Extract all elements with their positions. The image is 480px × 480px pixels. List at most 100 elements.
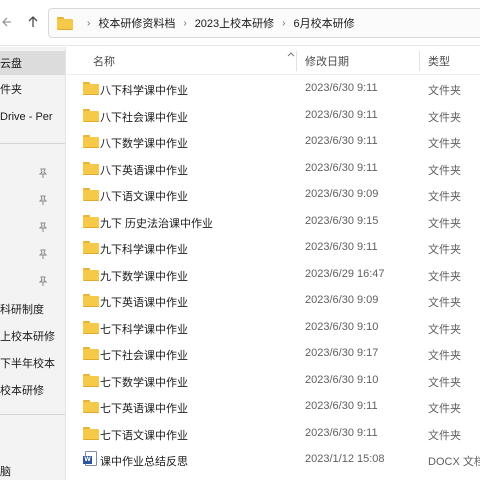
- file-row[interactable]: 九下 历史法治课中作业 2023/6/30 9:15 文件夹: [67, 209, 480, 235]
- file-row[interactable]: 八下语文课中作业 2023/6/30 9:09 文件夹: [67, 182, 480, 208]
- file-row[interactable]: 八下英语课中作业 2023/6/30 9:11 文件夹: [67, 156, 480, 182]
- word-document-icon: W: [83, 451, 97, 466]
- file-name[interactable]: 课中作业总结反思: [100, 453, 188, 469]
- column-divider[interactable]: [296, 51, 297, 71]
- file-type: 文件夹: [428, 403, 461, 415]
- file-modified-date: 2023/6/30 9:11: [305, 426, 378, 439]
- sidebar-item-label: Drive - Per: [0, 111, 53, 123]
- breadcrumb-item[interactable]: 6月校本研修: [294, 15, 355, 31]
- sidebar-item-pinned[interactable]: [0, 215, 65, 239]
- file-name[interactable]: 七下数学课中作业: [100, 374, 188, 390]
- file-modified-date: 2023/6/30 9:10: [305, 320, 379, 333]
- file-type: 文件夹: [428, 270, 461, 283]
- sidebar-item-label: 科研制度: [0, 304, 44, 316]
- column-header-type[interactable]: 类型: [428, 47, 450, 75]
- sidebar-item-cloud[interactable]: 云盘: [0, 51, 65, 75]
- sidebar-item-second-half[interactable]: 下半年校本: [0, 351, 65, 375]
- file-name[interactable]: 八下数学课中作业: [100, 135, 188, 151]
- sidebar-item-this-pc[interactable]: 脑: [0, 459, 65, 480]
- folder-icon: [83, 214, 99, 228]
- file-modified-date: 2023/6/30 9:09: [305, 294, 379, 306]
- folder-icon: [83, 188, 99, 201]
- chevron-right-icon: ›: [282, 17, 286, 29]
- folder-icon: [83, 241, 99, 254]
- file-name[interactable]: 九下英语课中作业: [100, 294, 188, 310]
- sidebar-item-research-rules[interactable]: 科研制度: [0, 297, 65, 321]
- file-name[interactable]: 九下数学课中作业: [100, 268, 188, 284]
- file-name[interactable]: 八下社会课中作业: [100, 109, 188, 125]
- sidebar-item-onedrive[interactable]: Drive - Per: [0, 105, 65, 129]
- file-modified-date: 2023/1/12 15:08: [305, 453, 385, 465]
- file-modified-date: 2023/6/29 16:47: [305, 267, 385, 280]
- file-type: 文件夹: [428, 138, 461, 150]
- sidebar-item-school-research[interactable]: 校本研修: [0, 378, 65, 402]
- folder-icon: [83, 347, 99, 360]
- back-button[interactable]: [0, 12, 18, 34]
- file-modified-date: 2023/6/30 9:10: [305, 373, 379, 386]
- pin-icon: [37, 248, 49, 260]
- sidebar-item-label: 云盘: [0, 58, 22, 70]
- file-row[interactable]: 九下科学课中作业 2023/6/30 9:11 文件夹: [67, 235, 480, 261]
- file-name[interactable]: 八下英语课中作业: [100, 162, 188, 178]
- file-row[interactable]: 九下英语课中作业 2023/6/30 9:09 文件夹: [67, 288, 480, 314]
- folder-icon: [83, 135, 99, 148]
- address-toolbar: › 校本研修资料档 › 2023上校本研修 › 6月校本研修: [0, 0, 480, 46]
- file-type: 文件夹: [428, 244, 461, 256]
- column-header-row: 名称 修改日期 类型: [67, 47, 480, 75]
- file-row[interactable]: 八下科学课中作业 2023/6/30 9:11 文件夹: [67, 76, 480, 102]
- sidebar-item-pinned[interactable]: [0, 242, 65, 266]
- sidebar-item-pinned[interactable]: [0, 161, 65, 185]
- file-name[interactable]: 八下科学课中作业: [100, 82, 188, 98]
- file-type: 文件夹: [428, 217, 461, 230]
- sidebar-item-label: 下半年校本: [0, 358, 55, 370]
- sidebar-item-pinned[interactable]: [0, 269, 65, 293]
- sidebar-item-pinned[interactable]: [0, 188, 65, 212]
- file-name[interactable]: 七下科学课中作业: [100, 321, 188, 337]
- file-modified-date: 2023/6/30 9:11: [305, 135, 378, 147]
- chevron-right-icon: ›: [87, 17, 91, 29]
- breadcrumb-item[interactable]: 2023上校本研修: [195, 15, 274, 31]
- file-row[interactable]: 七下英语课中作业 2023/6/30 9:11 文件夹: [67, 394, 480, 420]
- sidebar-item-folder[interactable]: 件夹: [0, 77, 65, 101]
- file-modified-date: 2023/6/30 9:17: [305, 347, 379, 359]
- sidebar-item-label: 件夹: [0, 84, 22, 96]
- file-modified-date: 2023/6/30 9:11: [305, 241, 378, 253]
- file-modified-date: 2023/6/30 9:11: [305, 82, 378, 94]
- file-row[interactable]: 七下语文课中作业 2023/6/30 9:11 文件夹: [67, 421, 480, 447]
- file-type: 文件夹: [428, 323, 461, 336]
- folder-icon: [83, 108, 99, 122]
- folder-icon: [57, 17, 73, 30]
- sidebar-divider: [0, 414, 65, 415]
- file-row[interactable]: 八下社会课中作业 2023/6/30 9:11 文件夹: [67, 103, 480, 129]
- chevron-right-icon: ›: [183, 17, 187, 29]
- file-name[interactable]: 九下 历史法治课中作业: [100, 215, 213, 231]
- file-row[interactable]: 七下数学课中作业 2023/6/30 9:10 文件夹: [67, 368, 480, 394]
- file-modified-date: 2023/6/30 9:11: [305, 400, 378, 412]
- up-button[interactable]: [22, 12, 44, 34]
- column-header-modified[interactable]: 修改日期: [305, 47, 349, 75]
- file-row[interactable]: 八下数学课中作业 2023/6/30 9:11 文件夹: [67, 129, 480, 155]
- sidebar-item-label: 校本研修: [0, 385, 44, 397]
- file-row[interactable]: W 课中作业总结反思 2023/1/12 15:08 DOCX 文档: [67, 447, 480, 473]
- file-row[interactable]: 七下科学课中作业 2023/6/30 9:10 文件夹: [67, 315, 480, 341]
- address-bar[interactable]: › 校本研修资料档 › 2023上校本研修 › 6月校本研修: [48, 8, 480, 38]
- folder-icon: [83, 426, 99, 440]
- file-name[interactable]: 九下科学课中作业: [100, 241, 188, 257]
- file-name[interactable]: 七下社会课中作业: [100, 347, 188, 363]
- sidebar-item-2023-first-half[interactable]: 上校本研修: [0, 324, 65, 348]
- file-modified-date: 2023/6/30 9:11: [305, 108, 378, 121]
- file-name[interactable]: 八下语文课中作业: [100, 188, 188, 204]
- sidebar-item-label: 脑: [0, 466, 11, 478]
- column-divider[interactable]: [419, 51, 420, 71]
- file-name[interactable]: 七下语文课中作业: [100, 427, 188, 443]
- sidebar-divider: [0, 143, 65, 144]
- folder-icon: [83, 294, 99, 307]
- file-row[interactable]: 七下社会课中作业 2023/6/30 9:17 文件夹: [67, 341, 480, 367]
- file-type: DOCX 文档: [428, 456, 480, 468]
- file-name[interactable]: 七下英语课中作业: [100, 400, 188, 416]
- column-header-name[interactable]: 名称: [93, 47, 115, 75]
- breadcrumb-item[interactable]: 校本研修资料档: [98, 15, 175, 31]
- file-row[interactable]: 九下数学课中作业 2023/6/29 16:47 文件夹: [67, 262, 480, 288]
- folder-icon: [83, 267, 99, 281]
- file-modified-date: 2023/6/30 9:09: [305, 188, 379, 200]
